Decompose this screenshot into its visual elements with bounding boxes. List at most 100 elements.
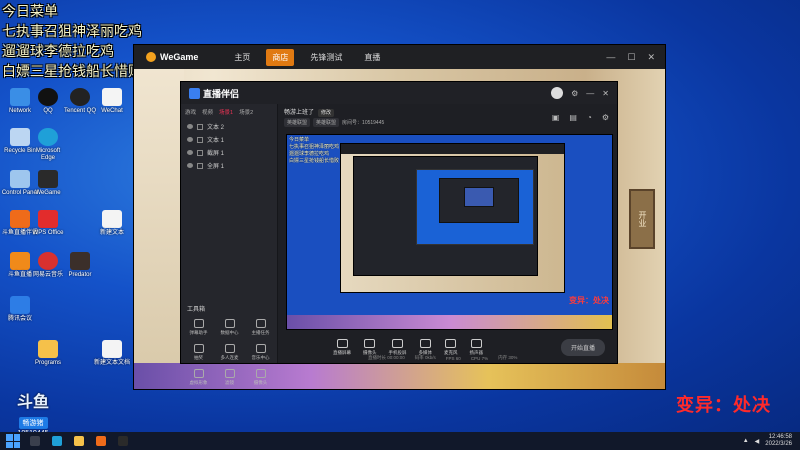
preview-red-caption: 变异：处决 [569,296,609,305]
network-icon[interactable]: ▲ [743,438,749,444]
eye-icon[interactable] [187,163,193,168]
desktop-icon-wps[interactable]: WPS Office [28,210,68,237]
wegame-tab-test[interactable]: 先锋测试 [304,49,348,66]
settings-icon[interactable]: ⚙ [602,113,609,122]
desktop-icon-text-file[interactable]: 新建文本 [92,210,132,237]
preview-menu-line: 今日菜单 [289,137,310,143]
tool-tasks[interactable]: 主播任务 [245,319,276,336]
taskbar: ▲ ◀ 12:46:58 2022/3/26 [0,432,800,450]
edge-icon[interactable] [52,436,62,446]
clock[interactable]: 12:46:58 2022/3/26 [765,434,792,448]
lock-icon[interactable] [197,162,203,169]
desktop-icon-new-text[interactable]: 新建文本文档 [92,340,132,367]
lock-icon[interactable] [197,149,203,156]
wegame-tab-live[interactable]: 直播 [358,49,386,66]
desktop-icon-wechat[interactable]: WeChat [92,88,132,115]
zhibo-taskbar-icon[interactable] [96,436,106,446]
scene-tabs: 游戏 视频 场景1 场景2 [181,104,277,120]
wegame-logo: WeGame [146,52,198,62]
tool-camera[interactable]: 摄像头 [245,369,276,386]
source-item[interactable]: 文本 2 [181,120,277,133]
tool-lottery[interactable]: 抽奖 [183,344,214,361]
source-item[interactable]: 全屏 1 [181,159,277,172]
preview-zhibo [353,156,538,276]
windows-start-icon[interactable] [6,434,20,448]
wegame-window-controls: — ☐ ✕ [606,52,655,63]
desktop-icon-programs[interactable]: Programs [28,340,68,367]
clock-time: 12:46:58 [768,434,792,440]
screen-icon [336,338,348,348]
avatar[interactable] [551,87,564,99]
room-number: 房间号：10519445 [342,120,385,126]
stream-preview[interactable]: 今日菜单 七执事召狙神泽丽吃鸡 遛遛球李德拉吃鸡 白嫖三星抢钱船长惜败 心中吃鸡… [286,134,613,330]
wegame-titlebar: WeGame 主页 商店 先锋测试 直播 — ☐ ✕ [134,45,665,69]
menu-line-3: 遛遛球李德拉吃鸡 [2,43,114,59]
preview-wegame [340,143,565,293]
scene-tab-video[interactable]: 视频 [202,108,213,116]
media-icon [419,338,431,348]
zhibo-sidebar: 游戏 视频 场景1 场景2 文本 2 文本 1 截屏 1 全屏 1 工具箱 弹幕… [181,104,278,385]
scene-tab-1[interactable]: 场景1 [219,108,233,116]
wegame-banner-left [134,69,184,389]
source-item[interactable]: 文本 1 [181,133,277,146]
minimize-icon[interactable]: — [606,52,615,63]
search-icon[interactable] [30,436,40,446]
status-fps: FPS 60 [445,355,461,361]
wegame-logo-icon [146,52,156,62]
volume-icon[interactable]: ◀ [755,438,760,445]
preview-bottom-strip [287,315,612,329]
wegame-tab-home[interactable]: 主页 [228,49,256,66]
shirt-icon[interactable]: ▤ [569,113,577,122]
eye-icon[interactable] [187,137,193,142]
header-actions: ▣ ▤ ◔ ⚙ [552,113,609,122]
folder-icon[interactable] [74,436,84,446]
tool-music[interactable]: 音乐中心 [245,344,276,361]
lock-icon[interactable] [197,136,203,143]
bell-icon[interactable]: ◔ [587,113,592,122]
desktop-icon-predator[interactable]: Predator [60,252,100,279]
gift-icon[interactable]: ▣ [552,113,560,122]
lock-icon[interactable] [197,123,203,130]
menu-line-1: 今日菜单 [2,3,58,19]
microphone-icon [445,338,457,348]
category-tag[interactable]: 英雄联盟 [284,118,311,127]
wegame-taskbar-icon[interactable] [118,436,128,446]
source-item[interactable]: 截屏 1 [181,146,277,159]
minimize-icon[interactable]: — [586,89,594,98]
close-icon[interactable]: ✕ [647,52,655,63]
wegame-tab-store[interactable]: 商店 [266,48,295,66]
douyu-logo: 斗鱼 [16,394,49,411]
toolbox-grid: 弹幕助手 数据中心 主播任务 抽奖 多人连麦 音乐中心 虚拟形象 滤镜 摄像头 [183,319,276,386]
preview-wegame-bar [341,144,564,154]
camera-icon [255,369,266,378]
preview-nested-desktop [416,169,534,245]
phone-icon [392,338,403,348]
scene-tab-game[interactable]: 游戏 [185,108,196,116]
eye-icon[interactable] [187,124,193,129]
tool-avatar[interactable]: 虚拟形象 [183,369,214,386]
eye-icon[interactable] [187,150,193,155]
close-icon[interactable]: ✕ [602,89,609,98]
scene-tab-2[interactable]: 场景2 [239,108,253,116]
preview-menu-line: 遛遛球李德拉吃鸡 [289,151,330,157]
tool-data[interactable]: 数据中心 [214,319,245,336]
clock-date: 2022/3/26 [765,441,792,447]
danmu-icon [193,319,204,328]
tool-multi-mic[interactable]: 多人连麦 [214,344,245,361]
red-caption: 变异：处决 [676,395,771,415]
tool-filter[interactable]: 滤镜 [214,369,245,386]
desktop-icon-meeting[interactable]: 腾讯会议 [0,296,40,323]
zhibo-logo-icon [189,87,200,99]
tool-danmu[interactable]: 弹幕助手 [183,319,214,336]
edit-title-button[interactable]: 修改 [318,109,335,117]
desktop-icon-wegame[interactable]: WeGame [28,170,68,197]
task-icon [255,319,266,328]
gear-icon[interactable]: ⚙ [571,89,578,98]
menu-line-2: 七执事召狙神泽丽吃鸡 [2,23,142,39]
game-tag[interactable]: 英雄联盟 [313,118,340,127]
desktop-icon-edge[interactable]: Microsoft Edge [28,128,68,162]
zhibo-window[interactable]: 直播伴侣 ⚙ — ✕ 游戏 视频 场景1 场景2 文本 2 文本 1 截屏 1 … [180,81,618,385]
stream-sub-info: 英雄联盟 英雄联盟 房间号：10519445 [284,118,384,127]
maximize-icon[interactable]: ☐ [627,52,635,63]
toolbox-title: 工具箱 [187,307,206,313]
